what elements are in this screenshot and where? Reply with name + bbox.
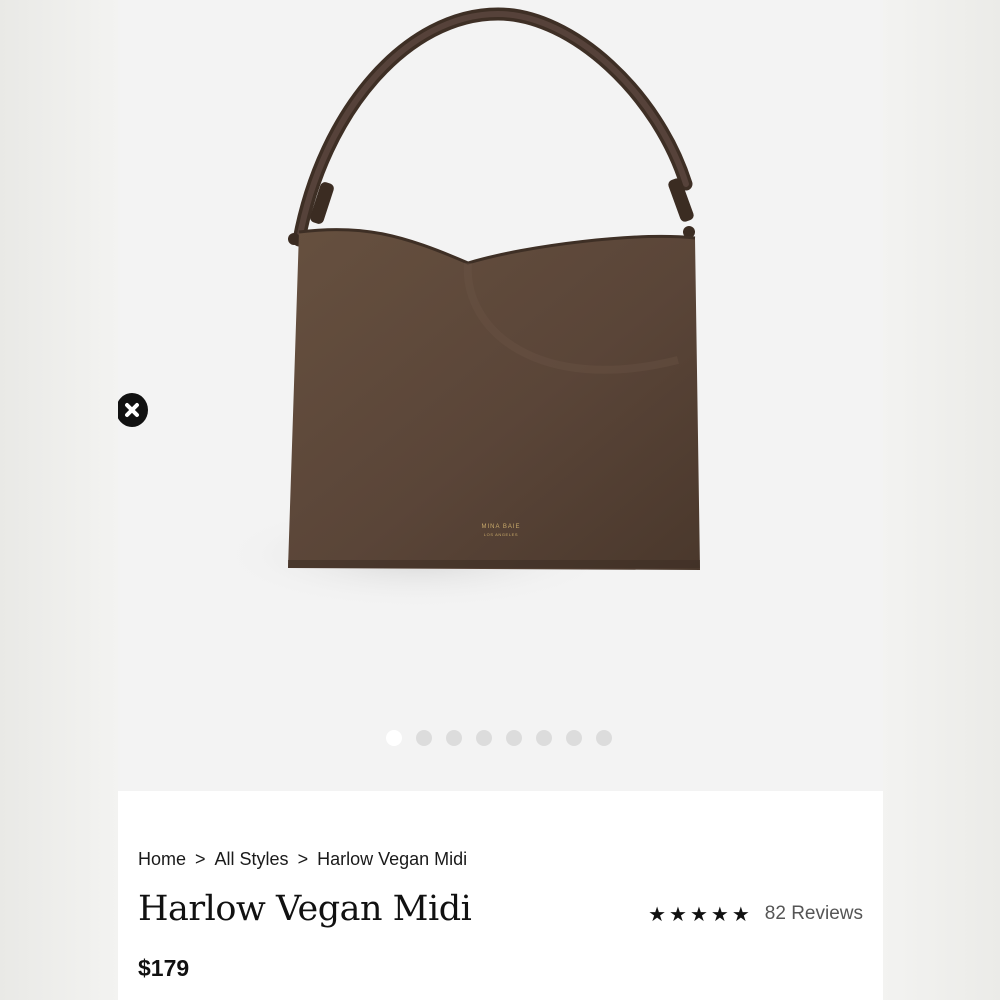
star-icon: ★ (648, 902, 667, 926)
product-title: Harlow Vegan Midi (138, 889, 472, 929)
gallery-dot[interactable] (386, 730, 402, 746)
gallery-dot[interactable] (536, 730, 552, 746)
breadcrumb-current[interactable]: Harlow Vegan Midi (317, 849, 467, 870)
star-icon: ★ (710, 902, 729, 926)
breadcrumb: Home > All Styles > Harlow Vegan Midi (138, 849, 467, 870)
star-icon: ★ (689, 902, 708, 926)
product-price: $179 (138, 955, 190, 981)
gallery-dot[interactable] (476, 730, 492, 746)
product-rating[interactable]: ★ ★ ★ ★ ★ 82 Reviews (648, 903, 863, 925)
star-icon: ★ (731, 902, 750, 926)
product-image: MINA BAIE LOS ANGELES (218, 7, 700, 610)
right-backdrop (882, 0, 1000, 1000)
brand-mark-sub: LOS ANGELES (484, 532, 518, 537)
star-icon: ★ (669, 902, 687, 926)
gallery-pagination (386, 730, 612, 746)
product-page: MINA BAIE LOS ANGELES Home > All Styles … (118, 0, 883, 1000)
gallery-dot[interactable] (416, 730, 432, 746)
rating-stars: ★ ★ ★ ★ ★ (648, 904, 750, 924)
brand-mark: MINA BAIE (481, 524, 520, 530)
reviews-link[interactable]: 82 Reviews (765, 903, 863, 925)
gallery-dot[interactable] (446, 730, 462, 746)
breadcrumb-home[interactable]: Home (138, 849, 186, 870)
breadcrumb-separator: > (195, 849, 206, 869)
gallery-dot[interactable] (596, 730, 612, 746)
gallery-dot[interactable] (566, 730, 582, 746)
left-backdrop (0, 0, 118, 1000)
breadcrumb-all-styles[interactable]: All Styles (215, 849, 289, 870)
gallery-dot[interactable] (506, 730, 522, 746)
product-image-gallery[interactable]: MINA BAIE LOS ANGELES (118, 0, 883, 791)
breadcrumb-separator: > (297, 849, 309, 869)
